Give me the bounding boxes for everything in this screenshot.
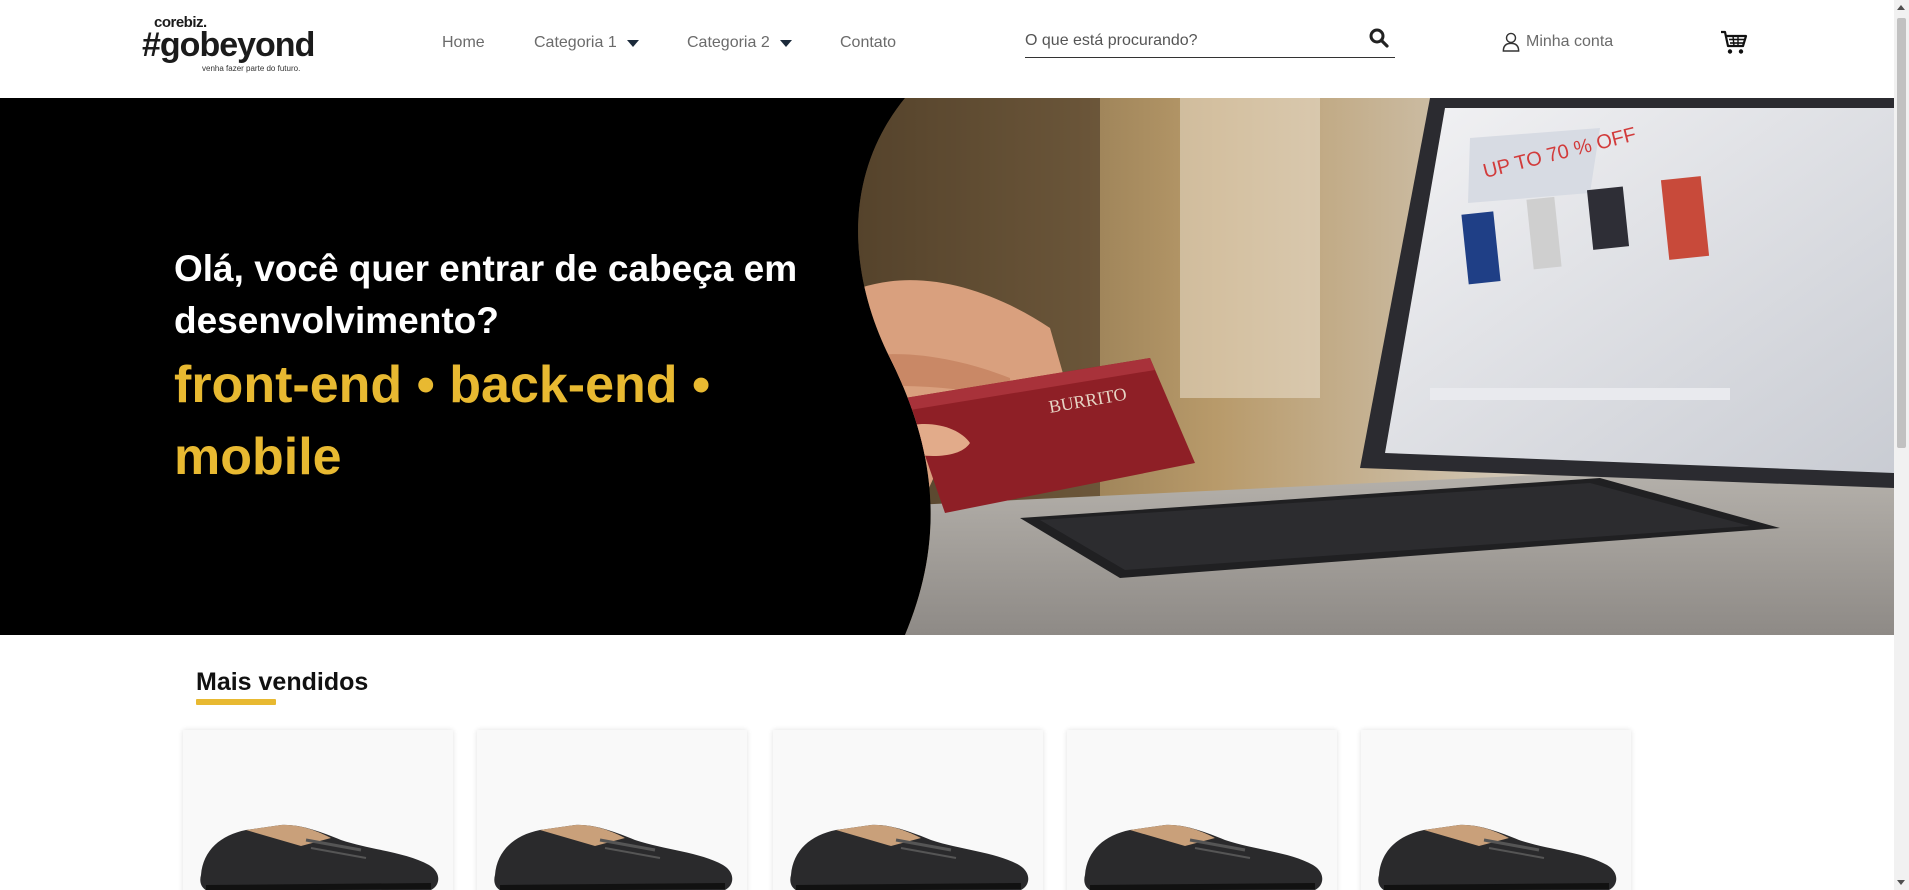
nav-item-label: Categoria 2 (687, 34, 770, 51)
brand-logo[interactable]: corebiz. #gobeyond venha fazer parte do … (142, 14, 322, 74)
scrollbar-thumb[interactable] (1897, 18, 1906, 448)
nav-item-contato[interactable]: Contato (840, 34, 896, 52)
hero-tech-line: front-end • back-end • (174, 356, 711, 414)
shoe-product-image (1084, 824, 1323, 890)
title-underline (196, 699, 276, 705)
shoe-product-image (790, 824, 1029, 890)
account-link[interactable]: Minha conta (1502, 32, 1613, 52)
user-icon (1502, 32, 1520, 52)
search-input[interactable] (1025, 32, 1355, 50)
brand-tagline: venha fazer parte do futuro. (202, 64, 301, 73)
scroll-down-icon[interactable] (1897, 880, 1905, 885)
scroll-up-icon[interactable] (1897, 5, 1905, 10)
site-header: corebiz. #gobeyond venha fazer parte do … (0, 0, 1894, 98)
nav-item-label: Categoria 1 (534, 34, 617, 51)
product-card[interactable] (477, 730, 747, 890)
nav-item-categoria-2[interactable]: Categoria 2 (687, 34, 792, 52)
brand-name: #gobeyond (142, 26, 315, 64)
product-card[interactable] (183, 730, 453, 890)
nav-item-home[interactable]: Home (442, 34, 485, 52)
hero-tech-line: mobile (174, 428, 342, 486)
shoe-product-image (200, 824, 439, 890)
shoe-product-image (494, 824, 733, 890)
hero-text: Olá, você quer entrar de cabeça em desen… (174, 243, 874, 493)
account-label: Minha conta (1526, 33, 1614, 50)
caret-down-icon (779, 39, 792, 47)
search-icon[interactable] (1369, 28, 1389, 48)
vertical-scrollbar[interactable] (1894, 0, 1909, 890)
shoe-product-image (1378, 824, 1617, 890)
search-bar (1025, 24, 1395, 58)
hero-banner: UP TO 70 % OFF BURRITO Olá, você quer en… (0, 98, 1894, 635)
nav-item-categoria-1[interactable]: Categoria 1 (534, 34, 639, 52)
hero-tech-stack: front-end • back-end • mobile (174, 349, 874, 493)
bestsellers-title: Mais vendidos (196, 668, 369, 696)
product-card[interactable] (1067, 730, 1337, 890)
cart-icon[interactable] (1720, 30, 1748, 56)
nav-item-label: Contato (840, 34, 897, 51)
caret-down-icon (626, 39, 639, 47)
nav-item-label: Home (442, 34, 485, 51)
hero-question: Olá, você quer entrar de cabeça em desen… (174, 248, 798, 341)
product-card[interactable] (1361, 730, 1631, 890)
product-card[interactable] (773, 730, 1043, 890)
